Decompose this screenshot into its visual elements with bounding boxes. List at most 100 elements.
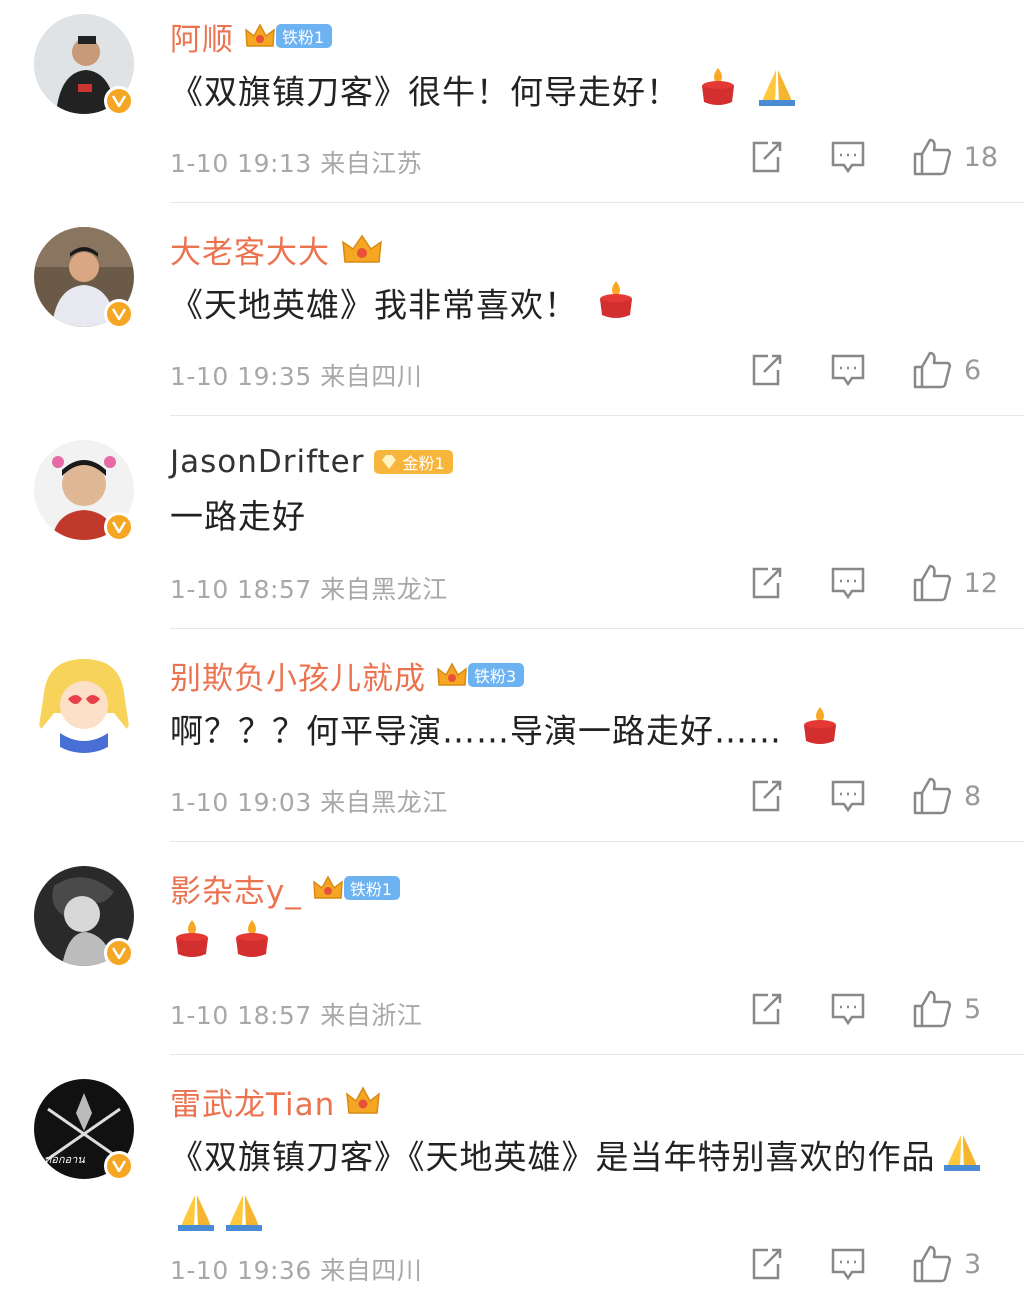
like-button[interactable]: 6 [912,351,998,389]
like-icon [913,564,951,602]
share-button[interactable] [748,352,784,388]
like-button[interactable]: 3 [912,1245,998,1283]
share-icon [752,780,782,812]
verified-icon [104,1151,134,1181]
like-count: 5 [964,993,982,1025]
comment-button[interactable] [830,565,866,601]
comment-time: 1-10 19:36 [170,1256,312,1285]
crown-icon [346,1086,381,1114]
pray-emoji [755,64,799,124]
like-count: 6 [964,354,982,386]
comment-icon [831,354,865,387]
comment-location: 来自四川 [320,362,423,391]
like-button[interactable]: 5 [912,990,998,1028]
comment-time: 1-10 19:03 [170,788,312,817]
comment-text-row: 《双旗镇刀客》很牛！何导走好！ [170,64,1000,124]
username[interactable]: 别欺负小孩儿就成 [170,653,426,698]
candle-emoji [696,64,740,124]
like-icon [913,351,952,389]
share-button[interactable] [748,1246,784,1282]
comment-meta: 1-10 19:36 来自四川 [170,1251,422,1287]
comment-button[interactable] [830,778,866,814]
username[interactable]: 雷武龙Tian [170,1079,335,1124]
pray-emoji [174,1189,218,1249]
share-button[interactable] [748,139,784,175]
comment-button[interactable] [830,139,866,175]
like-count: 12 [963,567,998,599]
share-icon [752,567,781,599]
fan-badge [340,234,384,264]
divider [170,841,1024,842]
verified-icon [104,512,134,542]
svg-text:ท่อกอาน: ท่อกอาน [44,1153,85,1166]
comment-location: 来自浙江 [320,1001,423,1030]
verified-icon [104,938,134,968]
verified-icon [104,299,134,329]
fan-badge: 铁粉1 [244,21,333,51]
comment-meta: 1-10 18:57 来自黑龙江 [170,570,448,606]
like-icon [913,138,951,176]
username[interactable]: JasonDrifter [170,444,364,480]
fan-badge [345,1086,381,1116]
comment-meta: 1-10 19:03 来自黑龙江 [170,783,448,819]
pray-emoji [940,1129,984,1189]
comment-text: 《天地英雄》我非常喜欢！ [170,285,578,325]
like-count: 18 [963,141,998,173]
divider [170,415,1024,416]
comment-button[interactable] [830,352,866,388]
comment-button[interactable] [830,1246,866,1282]
like-button[interactable]: 18 [912,138,998,176]
like-count: 8 [964,780,982,812]
like-icon [913,777,952,815]
username[interactable]: 影杂志y_ [170,866,302,911]
candle-emoji [594,277,638,337]
avatar[interactable] [34,653,134,753]
share-button[interactable] [748,778,784,814]
comment-icon [831,780,865,813]
comment-location: 来自黑龙江 [320,575,448,604]
fan-level: 铁粉1 [276,24,333,48]
comment-location: 来自江苏 [320,149,423,178]
comment-text: 啊？？？何平导演……导演一路走好…… [170,711,782,751]
fan-level: 铁粉3 [468,663,525,687]
like-button[interactable]: 12 [912,564,998,602]
comment-meta: 1-10 19:13 来自江苏 [170,144,422,180]
comment-text-row [170,916,1000,976]
fan-level-text: 金粉1 [402,454,445,473]
comment-meta: 1-10 19:35 来自四川 [170,357,422,393]
comment-text: 一路走好 [170,497,306,536]
crown-icon [313,875,343,899]
comment-location: 来自黑龙江 [320,788,448,817]
comment-location: 来自四川 [320,1256,423,1285]
comment-button[interactable] [830,991,866,1027]
comment-meta: 1-10 18:57 来自浙江 [170,996,422,1032]
like-count: 3 [964,1248,982,1280]
comment-icon [831,567,864,600]
share-button[interactable] [748,565,784,601]
share-button[interactable] [748,991,784,1027]
candle-emoji [230,916,274,976]
comment-text: 《双旗镇刀客》《天地英雄》是当年特别喜欢的作品 [170,1137,936,1177]
candle-emoji [170,916,214,976]
fan-badge: 金粉1 [374,447,453,477]
comment-text-row: 啊？？？何平导演……导演一路走好…… [170,703,1000,763]
share-icon [752,993,782,1025]
divider [170,202,1024,203]
comment-text-row: 《天地英雄》我非常喜欢！ [170,277,1000,337]
comment-icon [831,1248,865,1281]
share-icon [752,354,782,386]
comment-time: 1-10 18:57 [170,575,312,604]
verified-icon [104,86,134,116]
comment-time: 1-10 19:13 [170,149,312,178]
like-button[interactable]: 8 [912,777,998,815]
share-icon [752,1248,782,1280]
username[interactable]: 阿顺 [170,14,234,59]
fan-level: 铁粉1 [343,876,401,900]
comment-text-row: 《双旗镇刀客》《天地英雄》是当年特别喜欢的作品 [170,1129,1000,1249]
divider [170,628,1024,629]
like-icon [913,1245,952,1283]
comment-text: 《双旗镇刀客》很牛！何导走好！ [170,72,680,112]
candle-emoji [798,703,842,763]
username[interactable]: 大老客大大 [170,227,330,272]
comment-text-row: 一路走好 [170,490,1000,544]
